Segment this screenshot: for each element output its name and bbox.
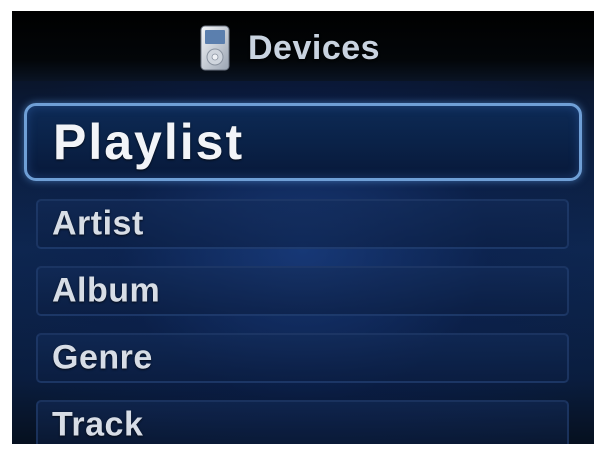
menu-item-playlist[interactable]: Playlist [24,103,582,181]
ipod-device-icon [200,25,230,71]
header-title: Devices [248,28,381,67]
menu-item-label: Album [52,271,161,310]
header-bar: Devices [12,11,594,81]
header-title-group: Devices [200,24,380,72]
menu-item-album[interactable]: Album [36,266,569,316]
menu-item-artist[interactable]: Artist [36,199,569,249]
menu-item-label: Track [52,405,144,444]
device-screen: Devices Playlist Artist Album Genre Trac… [12,11,594,444]
menu-item-label: Genre [52,338,153,377]
menu-item-label: Artist [52,204,144,243]
menu-item-genre[interactable]: Genre [36,333,569,383]
menu-item-track[interactable]: Track [36,400,569,444]
menu-item-label: Playlist [53,114,245,170]
